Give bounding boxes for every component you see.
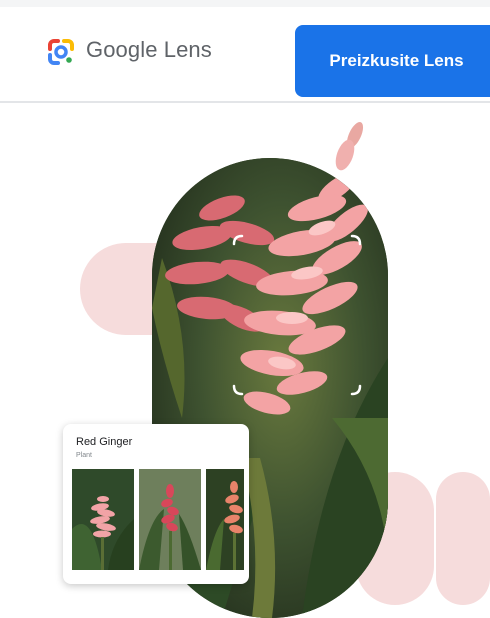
result-thumbnail[interactable] [206, 469, 244, 570]
google-lens-icon [48, 39, 74, 65]
brand-name: Google Lens [86, 37, 212, 62]
header: Google Lens Preizkusite Lens [0, 7, 490, 103]
result-title: Red Ginger [76, 436, 133, 448]
result-card[interactable]: Red Ginger Plant [63, 424, 249, 584]
result-thumbnail[interactable] [72, 469, 134, 570]
result-thumbnail[interactable] [139, 469, 201, 570]
decorative-blob-bottom-right-small [436, 472, 490, 605]
try-lens-button[interactable]: Preizkusite Lens [295, 25, 490, 97]
result-subtitle: Plant [76, 452, 92, 459]
top-strip [0, 0, 490, 7]
